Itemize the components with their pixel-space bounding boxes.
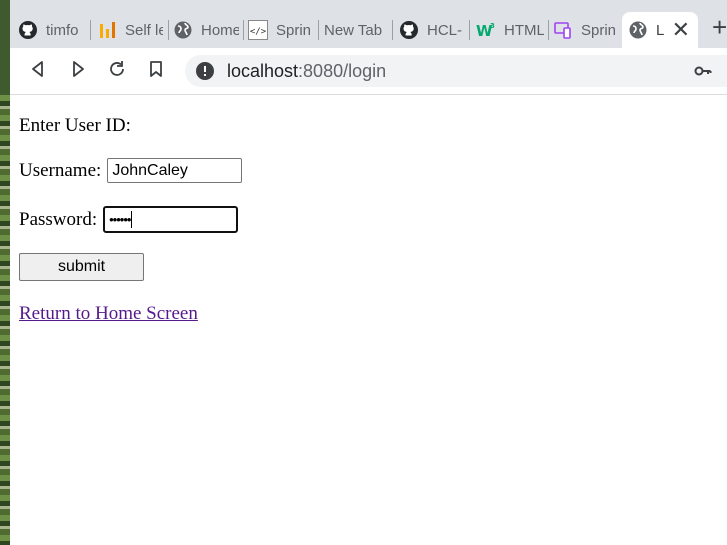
reload-icon — [107, 59, 127, 84]
url-text: localhost:8080/login — [227, 61, 386, 82]
bookmark-icon — [148, 60, 164, 83]
back-button[interactable] — [26, 59, 50, 83]
submit-button[interactable]: submit — [19, 253, 144, 281]
reload-button[interactable] — [105, 59, 129, 83]
tab-self-learning[interactable]: Self le — [97, 12, 163, 48]
forward-button[interactable] — [66, 59, 90, 83]
browser-toolbar: localhost:8080/login — [10, 48, 727, 95]
tab-strip: timfo Self le Home </> Sprin New Tab HCL… — [10, 0, 727, 48]
bar-chart-icon — [97, 20, 117, 40]
globe-icon — [628, 20, 648, 40]
desktop-background — [0, 95, 10, 545]
address-bar[interactable]: localhost:8080/login — [185, 55, 727, 87]
tab-spring[interactable]: </> Sprin — [248, 12, 314, 48]
github-icon — [18, 20, 38, 40]
tab-label: timfo — [46, 21, 79, 39]
close-tab-icon[interactable]: ✕ — [672, 19, 690, 41]
tab-login-active[interactable]: Lo ✕ — [622, 12, 698, 48]
page-content: Enter User ID: Username: Password: •••••… — [10, 95, 727, 545]
tab-separator — [243, 20, 244, 40]
forward-arrow-icon — [69, 60, 87, 83]
tab-label: HTML — [504, 21, 544, 39]
new-tab-button[interactable]: + — [712, 14, 727, 40]
tab-separator — [548, 20, 549, 40]
tab-separator — [90, 20, 91, 40]
tab-label: Self le — [125, 21, 163, 39]
username-label: Username: — [19, 159, 102, 181]
tab-label: Lo — [656, 21, 664, 39]
back-arrow-icon — [29, 60, 47, 83]
tab-hcl[interactable]: HCL- — [399, 12, 465, 48]
info-icon[interactable] — [195, 61, 215, 81]
tab-label: New Tab — [324, 21, 383, 39]
url-path: :8080/login — [298, 60, 387, 81]
tab-separator — [392, 20, 393, 40]
text-cursor — [131, 211, 133, 228]
code-tag-icon: </> — [248, 20, 268, 40]
tab-label: HCL- — [427, 21, 463, 39]
password-mask: •••••• — [109, 212, 131, 227]
username-input[interactable] — [107, 158, 243, 183]
tab-label: Sprin — [581, 21, 617, 39]
tab-html[interactable]: W3 HTML — [476, 12, 544, 48]
username-row: Username: — [19, 158, 243, 183]
tab-timfo[interactable]: timfo — [18, 12, 86, 48]
tab-label: Home — [201, 21, 239, 39]
password-input[interactable]: •••••• — [103, 206, 239, 233]
svg-text:3: 3 — [490, 22, 495, 30]
browser-window: timfo Self le Home </> Sprin New Tab HCL… — [10, 0, 727, 545]
svg-text:</>: </> — [250, 27, 267, 37]
key-icon[interactable] — [693, 61, 713, 81]
bookmark-button[interactable] — [144, 59, 168, 83]
w3schools-icon: W3 — [476, 20, 496, 40]
tab-separator — [469, 20, 470, 40]
password-label: Password: — [19, 208, 98, 230]
return-home-link[interactable]: Return to Home Screen — [19, 303, 198, 325]
enter-user-id-heading: Enter User ID: — [19, 115, 131, 136]
tab-new-tab[interactable]: New Tab — [324, 12, 392, 48]
tab-spring-2[interactable]: Sprin — [553, 12, 617, 48]
devices-icon — [553, 20, 573, 40]
tab-label: Sprin — [276, 21, 312, 39]
url-host: localhost — [227, 60, 299, 81]
tab-separator — [168, 20, 169, 40]
tab-home[interactable]: Home — [173, 12, 239, 48]
password-row: Password: •••••• — [19, 206, 239, 233]
heading-row: Enter User ID: — [19, 115, 131, 137]
globe-icon — [173, 20, 193, 40]
github-icon — [399, 20, 419, 40]
tab-separator — [318, 20, 319, 40]
